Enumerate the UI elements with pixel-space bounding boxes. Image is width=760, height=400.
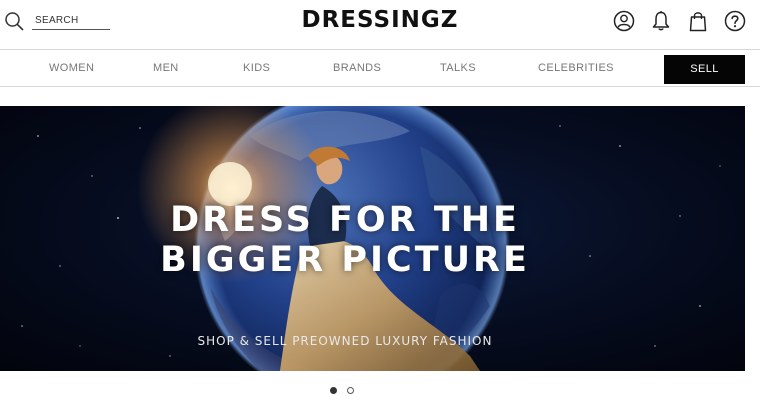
account-icon[interactable] bbox=[613, 10, 635, 32]
bell-icon[interactable] bbox=[650, 10, 672, 32]
site-logo[interactable]: DRESSINGZ bbox=[302, 7, 459, 33]
hero-headline-line2: BIGGER PICTURE bbox=[160, 240, 530, 280]
nav-item-talks[interactable]: TALKS bbox=[440, 50, 476, 87]
nav-item-men[interactable]: MEN bbox=[153, 50, 179, 87]
search-box[interactable]: SEARCH bbox=[4, 10, 110, 32]
carousel-dot-2[interactable] bbox=[347, 387, 354, 394]
carousel-dots bbox=[330, 387, 354, 394]
nav-item-women[interactable]: WOMEN bbox=[49, 50, 94, 87]
bag-icon[interactable] bbox=[687, 10, 709, 32]
hero-headline-line1: DRESS FOR THE bbox=[170, 200, 520, 240]
site-header: SEARCH DRESSINGZ bbox=[0, 0, 760, 46]
sell-button[interactable]: SELL bbox=[664, 55, 745, 84]
hero-headline: DRESS FOR THE BIGGER PICTURE bbox=[105, 200, 585, 280]
nav-item-brands[interactable]: BRANDS bbox=[333, 50, 381, 87]
hero-subtitle: SHOP & SELL PREOWNED LUXURY FASHION bbox=[197, 334, 493, 348]
help-icon[interactable] bbox=[724, 10, 746, 32]
carousel-dot-1[interactable] bbox=[330, 387, 337, 394]
search-icon[interactable] bbox=[4, 11, 24, 31]
main-nav: WOMEN MEN KIDS BRANDS TALKS CELEBRITIES … bbox=[0, 49, 760, 87]
nav-item-celebrities[interactable]: CELEBRITIES bbox=[538, 50, 614, 87]
search-input[interactable]: SEARCH bbox=[32, 13, 110, 30]
nav-item-kids[interactable]: KIDS bbox=[243, 50, 270, 87]
hero-banner[interactable]: DRESS FOR THE BIGGER PICTURE SHOP & SELL… bbox=[0, 106, 745, 371]
header-icons bbox=[613, 10, 746, 32]
